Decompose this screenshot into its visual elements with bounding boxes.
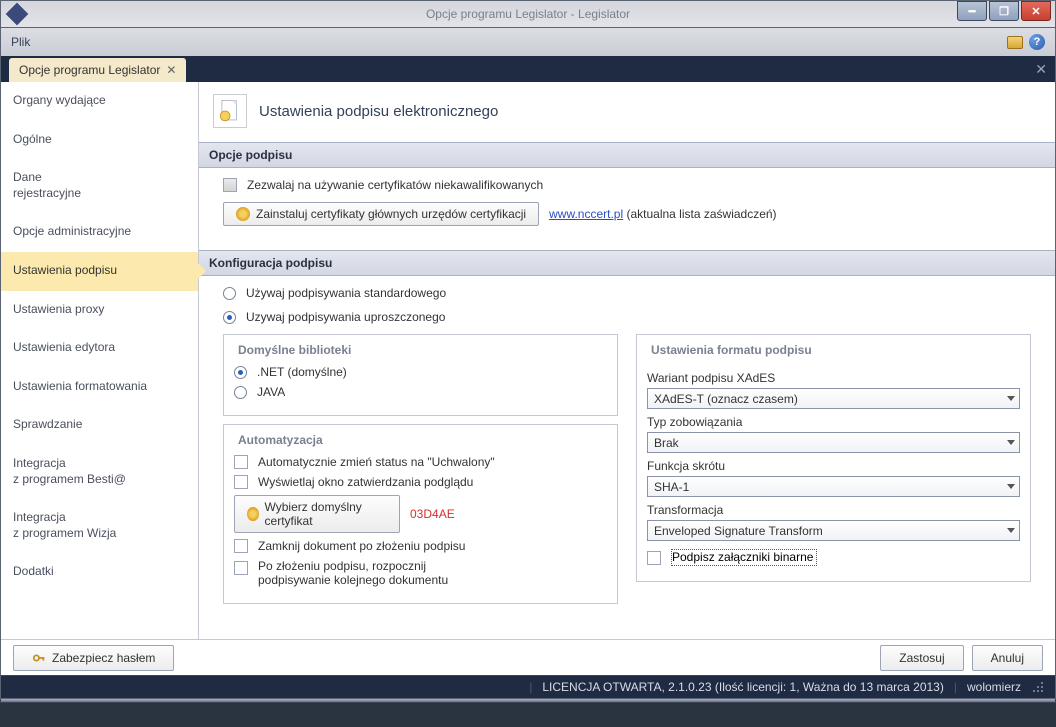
cancel-button[interactable]: Anuluj (972, 645, 1043, 671)
label-sign-binary-wrap: Podpisz załączniki binarne (671, 549, 817, 566)
window-title: Opcje programu Legislator - Legislator (426, 7, 630, 21)
section-header-opcje: Opcje podpisu (199, 142, 1055, 168)
select-transform-value: Enveloped Signature Transform (654, 524, 823, 538)
select-variant[interactable]: XAdES-T (oznacz czasem) (647, 388, 1020, 409)
sidebar-item-wizja[interactable]: Integracja z programem Wizja (1, 499, 198, 553)
action-bar: Zabezpiecz hasłem Zastosuj Anuluj (1, 639, 1055, 675)
menu-file[interactable]: Plik (11, 35, 30, 49)
protect-button[interactable]: Zabezpiecz hasłem (13, 645, 174, 671)
sidebar-item-bestia[interactable]: Integracja z programem Besti@ (1, 445, 198, 499)
help-icon[interactable]: ? (1029, 34, 1045, 50)
chevron-down-icon (1007, 440, 1015, 445)
label-transform: Transformacja (647, 503, 1020, 517)
fieldset-libraries: Domyślne biblioteki .NET (domyślne) JAVA (223, 334, 618, 416)
legend-libraries: Domyślne biblioteki (234, 343, 355, 357)
key-icon (32, 651, 46, 665)
page-icon (213, 94, 247, 128)
select-transform[interactable]: Enveloped Signature Transform (647, 520, 1020, 541)
checkbox-close-doc[interactable] (234, 539, 248, 553)
tab-close-icon[interactable]: ✕ (166, 63, 176, 77)
sidebar-item-podpis[interactable]: Ustawienia podpisu (1, 252, 198, 291)
label-close-doc: Zamknij dokument po złożeniu podpisu (258, 539, 465, 553)
label-sign-binary: Podpisz załączniki binarne (672, 550, 813, 564)
label-variant: Wariant podpisu XAdES (647, 371, 1020, 385)
label-net: .NET (domyślne) (257, 365, 347, 379)
minimize-button[interactable]: ━ (957, 1, 987, 21)
sidebar-item-admin[interactable]: Opcje administracyjne (1, 213, 198, 252)
label-allow-unqualified: Zezwalaj na używanie certyfikatów niekaw… (247, 178, 543, 192)
label-java: JAVA (257, 385, 285, 399)
cert-thumbprint: 03D4AE (410, 507, 455, 521)
star-icon (236, 207, 250, 221)
select-hash-value: SHA-1 (654, 480, 689, 494)
section-header-config: Konfiguracja podpisu (199, 250, 1055, 276)
chevron-down-icon (1007, 396, 1015, 401)
install-certs-label: Zainstaluj certyfikaty głównych urzędów … (256, 207, 526, 221)
cancel-label: Anuluj (991, 651, 1024, 665)
radio-standard[interactable] (223, 287, 236, 300)
sidebar-item-dane[interactable]: Dane rejestracyjne (1, 159, 198, 213)
install-certs-button[interactable]: Zainstaluj certyfikaty głównych urzędów … (223, 202, 539, 226)
sidebar-item-ogolne[interactable]: Ogólne (1, 121, 198, 160)
protect-label: Zabezpiecz hasłem (52, 651, 155, 665)
label-standard: Używaj podpisywania standardowego (246, 286, 446, 300)
close-button[interactable]: ✕ (1021, 1, 1051, 21)
label-auto-status: Automatycznie zmień status na "Uchwalony… (258, 455, 495, 469)
nccert-link[interactable]: www.nccert.pl (549, 207, 623, 221)
chevron-down-icon (1007, 528, 1015, 533)
sidebar-item-format[interactable]: Ustawienia formatowania (1, 368, 198, 407)
select-obligation-value: Brak (654, 436, 679, 450)
sidebar-item-sprawdzanie[interactable]: Sprawdzanie (1, 406, 198, 445)
page-title: Ustawienia podpisu elektronicznego (259, 103, 498, 120)
tab-options[interactable]: Opcje programu Legislator ✕ (9, 58, 186, 82)
checkbox-allow-unqualified[interactable] (223, 178, 237, 192)
tabstrip: Opcje programu Legislator ✕ ✕ (0, 56, 1056, 82)
tabstrip-close-icon[interactable]: ✕ (1035, 61, 1047, 78)
choose-cert-label: Wybierz domyślny certyfikat (265, 500, 387, 528)
app-icon (6, 3, 29, 26)
nccert-after: (aktualna lista zaświadczeń) (626, 207, 776, 221)
sidebar-item-dodatki[interactable]: Dodatki (1, 553, 198, 592)
sidebar: Organy wydające Ogólne Dane rejestracyjn… (1, 82, 199, 639)
star-icon-2 (247, 507, 259, 521)
label-hash: Funkcja skrótu (647, 459, 1020, 473)
statusbar: | LICENCJA OTWARTA, 2.1.0.23 (Ilość lice… (0, 675, 1056, 699)
tab-label: Opcje programu Legislator (19, 63, 160, 77)
checkbox-confirm-window[interactable] (234, 475, 248, 489)
select-variant-value: XAdES-T (oznacz czasem) (654, 392, 798, 406)
fieldset-automation: Automatyzacja Automatycznie zmień status… (223, 424, 618, 604)
label-obligation: Typ zobowiązania (647, 415, 1020, 429)
legend-automation: Automatyzacja (234, 433, 327, 447)
titlebar: Opcje programu Legislator - Legislator ━… (0, 0, 1056, 28)
select-obligation[interactable]: Brak (647, 432, 1020, 453)
label-confirm-window: Wyświetlaj okno zatwierdzania podglądu (258, 475, 473, 489)
menubar: Plik ? (0, 28, 1056, 56)
sidebar-item-edytor[interactable]: Ustawienia edytora (1, 329, 198, 368)
main-panel: Ustawienia podpisu elektronicznego Opcje… (199, 82, 1055, 639)
label-sign-next: Po złożeniu podpisu, rozpocznij podpisyw… (258, 559, 468, 587)
sidebar-item-proxy[interactable]: Ustawienia proxy (1, 291, 198, 330)
resize-grip-icon[interactable] (1031, 680, 1045, 694)
radio-java[interactable] (234, 386, 247, 399)
folder-icon[interactable] (1007, 36, 1023, 49)
sidebar-item-organy[interactable]: Organy wydające (1, 82, 198, 121)
radio-net[interactable] (234, 366, 247, 379)
status-user: wolomierz (967, 680, 1021, 694)
select-hash[interactable]: SHA-1 (647, 476, 1020, 497)
maximize-button[interactable]: ❐ (989, 1, 1019, 21)
checkbox-sign-next[interactable] (234, 561, 248, 575)
apply-button[interactable]: Zastosuj (880, 645, 963, 671)
legend-format: Ustawienia formatu podpisu (647, 343, 816, 357)
checkbox-sign-binary[interactable] (647, 551, 661, 565)
radio-simplified[interactable] (223, 311, 236, 324)
fieldset-format: Ustawienia formatu podpisu Wariant podpi… (636, 334, 1031, 582)
chevron-down-icon (1007, 484, 1015, 489)
status-license: LICENCJA OTWARTA, 2.1.0.23 (Ilość licenc… (542, 680, 944, 694)
apply-label: Zastosuj (899, 651, 944, 665)
choose-cert-button[interactable]: Wybierz domyślny certyfikat (234, 495, 400, 533)
checkbox-auto-status[interactable] (234, 455, 248, 469)
label-simplified: Uzywaj podpisywania uproszczonego (246, 310, 445, 324)
